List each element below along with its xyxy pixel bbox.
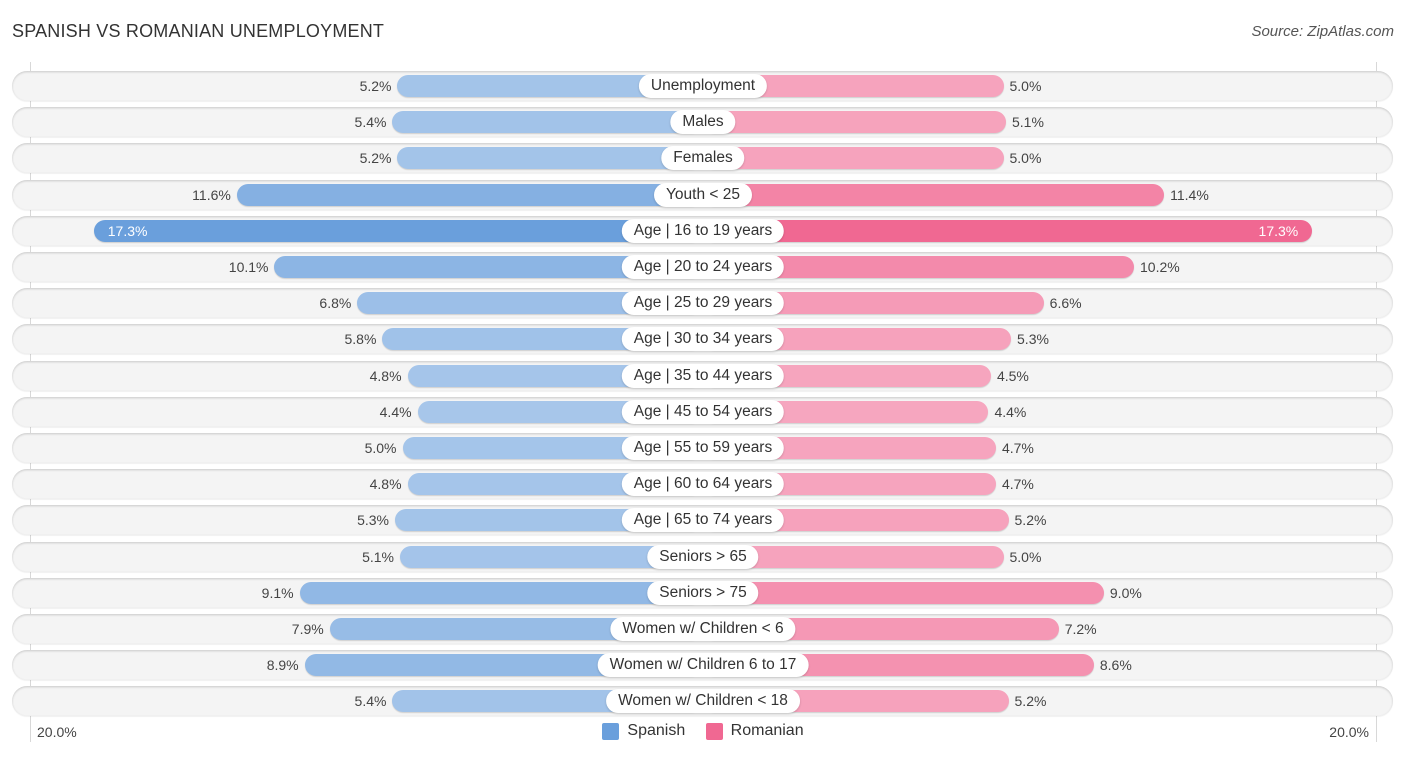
bar-spanish[interactable] <box>299 581 703 604</box>
value-label-spanish: 9.1% <box>261 584 294 601</box>
value-label-spanish: 5.1% <box>362 548 394 565</box>
category-label: Age | 55 to 59 years <box>621 436 785 460</box>
chart-title: SPANISH VS ROMANIAN UNEMPLOYMENT <box>12 21 385 41</box>
category-label: Seniors > 65 <box>647 544 759 569</box>
value-label-romanian: 6.6% <box>1049 295 1082 312</box>
value-label-spanish: 5.2% <box>359 150 392 167</box>
category-label: Males <box>670 110 736 135</box>
value-label-romanian: 11.4% <box>1170 186 1209 203</box>
category-label: Age | 16 to 19 years <box>621 218 785 243</box>
category-label: Seniors > 75 <box>647 580 759 605</box>
legend-swatch-romanian <box>705 722 723 740</box>
value-label-romanian: 5.0% <box>1009 150 1042 167</box>
category-label: Age | 45 to 54 years <box>621 399 785 424</box>
bar-spanish[interactable] <box>93 219 703 242</box>
legend-label-spanish: Spanish <box>627 722 686 739</box>
bar-spanish[interactable] <box>236 183 703 206</box>
bar-romanian[interactable] <box>703 111 1006 134</box>
value-label-spanish: 5.2% <box>359 78 392 94</box>
value-label-romanian: 8.6% <box>1099 657 1132 674</box>
category-label: Age | 25 to 29 years <box>621 291 785 316</box>
value-label-romanian: 4.4% <box>994 403 1027 420</box>
legend-item-romanian[interactable]: Romanian <box>705 722 804 740</box>
value-label-spanish: 6.8% <box>319 295 352 312</box>
bar-romanian[interactable] <box>703 147 1004 170</box>
value-label-spanish: 10.1% <box>228 259 269 275</box>
value-label-spanish: 11.6% <box>192 186 231 203</box>
value-label-romanian: 7.2% <box>1064 621 1097 637</box>
value-label-spanish: 5.8% <box>344 331 377 348</box>
value-label-romanian: 5.0% <box>1009 78 1042 94</box>
category-label: Unemployment <box>638 74 768 98</box>
value-label-romanian: 4.5% <box>996 367 1029 384</box>
source-credit: Source: ZipAtlas.com <box>1251 23 1394 40</box>
value-label-romanian: 4.7% <box>1001 476 1034 493</box>
value-label-spanish: 17.3% <box>107 222 148 239</box>
value-label-romanian: 17.3% <box>1258 222 1299 239</box>
value-label-spanish: 4.4% <box>379 403 412 420</box>
bar-spanish[interactable] <box>397 147 703 170</box>
category-label: Women w/ Children < 6 <box>610 617 796 641</box>
legend-label-romanian: Romanian <box>730 722 804 739</box>
value-label-romanian: 10.2% <box>1140 259 1180 275</box>
category-label: Age | 30 to 34 years <box>621 327 785 352</box>
value-label-spanish: 7.9% <box>291 621 324 637</box>
value-label-spanish: 5.3% <box>357 512 389 529</box>
value-label-spanish: 5.0% <box>364 440 397 456</box>
category-label: Females <box>661 146 745 171</box>
legend-swatch-spanish <box>602 722 620 740</box>
category-label: Youth < 25 <box>654 182 752 207</box>
bar-spanish[interactable] <box>392 111 703 134</box>
value-label-spanish: 4.8% <box>369 367 402 384</box>
category-label: Age | 60 to 64 years <box>621 472 785 497</box>
value-label-romanian: 5.3% <box>1017 331 1049 348</box>
bar-romanian[interactable] <box>703 219 1313 242</box>
value-label-romanian: 9.0% <box>1109 584 1142 601</box>
category-label: Women w/ Children < 18 <box>606 689 800 714</box>
value-label-romanian: 5.1% <box>1012 114 1044 131</box>
category-label: Age | 35 to 44 years <box>621 363 785 388</box>
category-label: Age | 65 to 74 years <box>621 508 785 533</box>
value-label-romanian: 5.2% <box>1014 693 1047 710</box>
value-label-spanish: 8.9% <box>266 657 299 674</box>
value-label-spanish: 5.4% <box>354 114 387 131</box>
category-label: Age | 20 to 24 years <box>621 255 785 279</box>
bar-romanian[interactable] <box>703 183 1165 206</box>
legend-item-spanish[interactable]: Spanish <box>602 722 685 740</box>
bar-romanian[interactable] <box>703 581 1104 604</box>
value-label-spanish: 4.8% <box>369 476 402 493</box>
value-label-romanian: 4.7% <box>1001 440 1034 456</box>
value-label-romanian: 5.0% <box>1009 548 1042 565</box>
value-label-romanian: 5.2% <box>1014 512 1047 529</box>
category-label: Women w/ Children 6 to 17 <box>597 653 809 678</box>
legend: Spanish Romanian <box>0 722 1406 745</box>
value-label-spanish: 5.4% <box>354 693 387 710</box>
